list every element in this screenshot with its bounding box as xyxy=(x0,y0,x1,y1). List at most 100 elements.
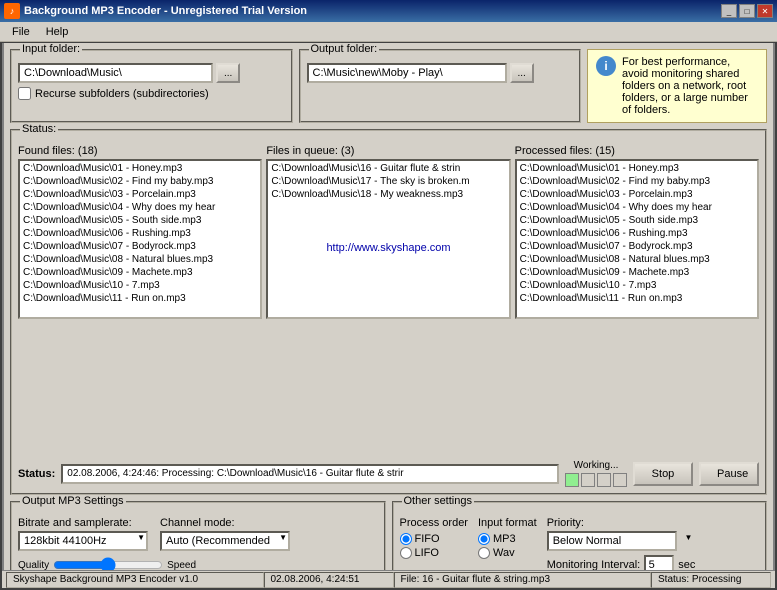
recurse-label: Recurse subfolders (subdirectories) xyxy=(35,88,209,100)
list-item[interactable]: C:\Download\Music\10 - 7.mp3 xyxy=(21,279,259,292)
list-item[interactable]: C:\Download\Music\10 - 7.mp3 xyxy=(518,279,756,292)
processed-files-group: Processed files: (15) C:\Download\Music\… xyxy=(515,145,759,452)
list-item[interactable]: C:\Download\Music\01 - Honey.mp3 xyxy=(518,162,756,175)
priority-select-wrapper: Below Normal xyxy=(547,531,696,551)
list-item[interactable]: C:\Download\Music\03 - Porcelain.mp3 xyxy=(21,188,259,201)
list-item[interactable]: C:\Download\Music\05 - South side.mp3 xyxy=(21,214,259,227)
list-item[interactable]: C:\Download\Music\04 - Why does my hear xyxy=(21,201,259,214)
working-boxes xyxy=(565,473,627,487)
fifo-radio[interactable] xyxy=(400,533,412,545)
list-item[interactable]: C:\Download\Music\09 - Machete.mp3 xyxy=(21,266,259,279)
working-group: Working... xyxy=(565,460,627,487)
priority-label: Priority: xyxy=(547,517,696,529)
working-label: Working... xyxy=(574,460,619,471)
list-item[interactable]: C:\Download\Music\18 - My weakness.mp3 xyxy=(269,188,507,201)
bitrate-select[interactable]: 128kbit 44100Hz xyxy=(18,531,148,551)
channel-label: Channel mode: xyxy=(160,517,290,529)
found-files-list[interactable]: C:\Download\Music\01 - Honey.mp3 C:\Down… xyxy=(18,159,262,319)
pause-button[interactable]: Pause xyxy=(699,462,759,486)
list-item[interactable]: C:\Download\Music\16 - Guitar flute & st… xyxy=(269,162,507,175)
list-item[interactable]: C:\Download\Music\04 - Why does my hear xyxy=(518,201,756,214)
wav-item: Wav xyxy=(478,547,537,559)
working-box-3 xyxy=(597,473,611,487)
output-folder-input[interactable] xyxy=(307,63,507,83)
list-item[interactable]: C:\Download\Music\17 - The sky is broken… xyxy=(269,175,507,188)
output-folder-row: ... xyxy=(307,63,574,83)
working-box-2 xyxy=(581,473,595,487)
input-folder-row: ... xyxy=(18,63,285,83)
priority-group: Priority: Below Normal Monitoring Interv… xyxy=(547,517,696,575)
status-file: File: 16 - Guitar flute & string.mp3 xyxy=(394,572,652,588)
status-time: 02.08.2006, 4:24:51 xyxy=(264,572,394,588)
stop-button[interactable]: Stop xyxy=(633,462,693,486)
channel-select-wrapper: Auto (Recommended) xyxy=(160,531,290,551)
priority-select[interactable]: Below Normal xyxy=(547,531,677,551)
recurse-checkbox[interactable] xyxy=(18,87,31,100)
list-item[interactable]: C:\Download\Music\06 - Rushing.mp3 xyxy=(518,227,756,240)
channel-group: Channel mode: Auto (Recommended) xyxy=(160,517,290,551)
list-item[interactable]: C:\Download\Music\11 - Run on.mp3 xyxy=(518,292,756,305)
lifo-item: LIFO xyxy=(400,547,468,559)
processed-files-list[interactable]: C:\Download\Music\01 - Honey.mp3 C:\Down… xyxy=(515,159,759,319)
skyshape-link[interactable]: http://www.skyshape.com xyxy=(269,241,507,255)
other-settings-label: Other settings xyxy=(402,495,474,507)
status-app: Skyshape Background MP3 Encoder v1.0 xyxy=(6,572,264,588)
speed-label: Speed xyxy=(167,560,196,571)
input-folder-input[interactable] xyxy=(18,63,213,83)
list-item[interactable]: C:\Download\Music\07 - Bodyrock.mp3 xyxy=(21,240,259,253)
maximize-button[interactable]: □ xyxy=(739,4,755,18)
status-text-label: Status: xyxy=(18,468,55,480)
info-icon: i xyxy=(596,56,616,76)
list-item[interactable]: C:\Download\Music\03 - Porcelain.mp3 xyxy=(518,188,756,201)
list-item[interactable]: C:\Download\Music\08 - Natural blues.mp3 xyxy=(518,253,756,266)
lifo-radio[interactable] xyxy=(400,547,412,559)
menu-file[interactable]: File xyxy=(4,24,38,40)
list-item[interactable]: C:\Download\Music\08 - Natural blues.mp3 xyxy=(21,253,259,266)
input-format-label: Input format xyxy=(478,517,537,529)
input-folder-browse[interactable]: ... xyxy=(216,63,240,83)
wav-label: Wav xyxy=(493,547,515,559)
output-folder-label: Output folder: xyxy=(309,43,380,55)
wav-radio[interactable] xyxy=(478,547,490,559)
found-files-group: Found files: (18) C:\Download\Music\01 -… xyxy=(18,145,262,452)
window-controls: _ □ ✕ xyxy=(721,4,773,18)
menu-help[interactable]: Help xyxy=(38,24,77,40)
status-section-label: Status: xyxy=(20,123,58,135)
quality-label: Quality xyxy=(18,560,49,571)
mp3-radio[interactable] xyxy=(478,533,490,545)
working-box-4 xyxy=(613,473,627,487)
info-text: For best performance, avoid monitoring s… xyxy=(622,56,758,116)
list-item[interactable]: C:\Download\Music\11 - Run on.mp3 xyxy=(21,292,259,305)
bitrate-label: Bitrate and samplerate: xyxy=(18,517,148,529)
settings-inner: Bitrate and samplerate: 128kbit 44100Hz … xyxy=(18,517,378,573)
queue-files-label: Files in queue: (3) xyxy=(266,145,510,157)
bitrate-group: Bitrate and samplerate: 128kbit 44100Hz xyxy=(18,517,148,551)
status-processing: Status: Processing xyxy=(651,572,771,588)
fifo-label: FIFO xyxy=(415,533,440,545)
list-item[interactable]: C:\Download\Music\05 - South side.mp3 xyxy=(518,214,756,227)
list-item[interactable]: C:\Download\Music\02 - Find my baby.mp3 xyxy=(518,175,756,188)
list-item[interactable]: C:\Download\Music\06 - Rushing.mp3 xyxy=(21,227,259,240)
list-item[interactable]: C:\Download\Music\01 - Honey.mp3 xyxy=(21,162,259,175)
window-title: Background MP3 Encoder - Unregistered Tr… xyxy=(24,5,307,17)
process-order-label: Process order xyxy=(400,517,468,529)
input-format-group: Input format MP3 Wav xyxy=(478,517,537,575)
close-button[interactable]: ✕ xyxy=(757,4,773,18)
minimize-button[interactable]: _ xyxy=(721,4,737,18)
other-inner: Process order FIFO LIFO Input format xyxy=(400,517,760,575)
output-settings-label: Output MP3 Settings xyxy=(20,495,126,507)
output-folder-panel: Output folder: ... xyxy=(299,49,582,123)
app-icon: ♪ xyxy=(4,3,20,19)
queue-files-list[interactable]: C:\Download\Music\16 - Guitar flute & st… xyxy=(266,159,510,319)
working-box-1 xyxy=(565,473,579,487)
list-item[interactable]: C:\Download\Music\02 - Find my baby.mp3 xyxy=(21,175,259,188)
recurse-row: Recurse subfolders (subdirectories) xyxy=(18,87,285,100)
output-folder-browse[interactable]: ... xyxy=(510,63,534,83)
found-files-label: Found files: (18) xyxy=(18,145,262,157)
list-item[interactable]: C:\Download\Music\09 - Machete.mp3 xyxy=(518,266,756,279)
input-folder-label: Input folder: xyxy=(20,43,82,55)
channel-select[interactable]: Auto (Recommended) xyxy=(160,531,290,551)
lifo-label: LIFO xyxy=(415,547,439,559)
list-item[interactable]: C:\Download\Music\07 - Bodyrock.mp3 xyxy=(518,240,756,253)
status-lists: Found files: (18) C:\Download\Music\01 -… xyxy=(18,145,759,452)
